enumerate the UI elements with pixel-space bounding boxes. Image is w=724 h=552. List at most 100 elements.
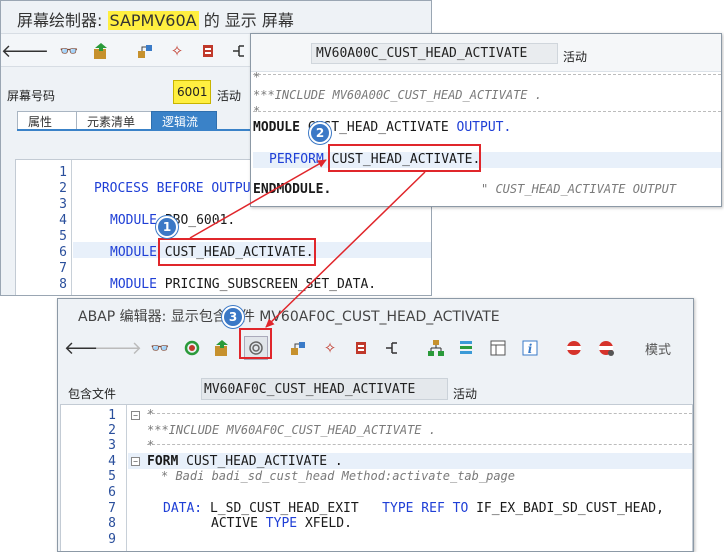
variable-name: ACTIVE [211, 516, 258, 531]
set-breakpoint-icon[interactable] [564, 338, 584, 358]
variable-name: L_SD_CUST_HEAD_EXIT [209, 501, 359, 516]
stack-icon[interactable] [456, 338, 476, 358]
comment-line: ***INCLUDE MV60A00C_CUST_HEAD_ACTIVATE . [253, 88, 542, 102]
title-prefix: 屏幕绘制器: [17, 11, 103, 30]
screen-number-label: 屏幕号码 [7, 89, 56, 103]
hierarchy-icon[interactable] [135, 41, 155, 61]
step-badge-3: 3 [222, 306, 244, 328]
hierarchy-icon[interactable] [288, 338, 308, 358]
code-line: DATA: L_SD_CUST_HEAD_EXIT TYPE REF TO IF… [163, 501, 664, 516]
module-name: PRICING_SUBSCREEN_SET_DATA. [164, 277, 377, 292]
line-gutter: 1 2 3 4 5 6 7 8 [16, 160, 72, 295]
type-name: XFELD. [304, 516, 352, 531]
org-chart-icon[interactable] [426, 338, 446, 358]
comment-line: ***INCLUDE MV60AF0C_CUST_HEAD_ACTIVATE . [147, 423, 436, 437]
screen-number-field[interactable]: 6001 [173, 80, 211, 104]
layout-icon[interactable] [488, 338, 508, 358]
line-gutter: 1 2 3 4 5 6 7 8 9 [61, 405, 127, 551]
keyword: TYPE [265, 516, 298, 531]
keyword: DATA: [163, 501, 203, 516]
magic-wand-icon[interactable]: ✧ [320, 338, 340, 358]
line-number: 5 [108, 469, 116, 484]
include-module-window: MV60A00C_CUST_HEAD_ACTIVATE 活动 * ***INCL… [250, 33, 722, 207]
tab-element-list[interactable]: 元素清单 [76, 111, 152, 130]
line-number: 7 [108, 501, 116, 516]
window-title: ABAP 编辑器: 显示包含文件 MV60AF0C_CUST_HEAD_ACTI… [78, 309, 500, 325]
code-line: MODULE CUST_HEAD_ACTIVATE OUTPUT. [253, 120, 511, 135]
collapse-toggle-icon[interactable]: − [131, 457, 140, 466]
include-header: MV60A00C_CUST_HEAD_ACTIVATE 活动 [251, 34, 721, 72]
keyword: PERFORM [269, 152, 324, 167]
tree-icon[interactable] [229, 41, 249, 61]
code-line: ENDMODULE. [253, 182, 332, 197]
comment-line: * [147, 438, 155, 452]
line-number: 4 [59, 213, 67, 228]
keyword: TYPE REF TO [382, 501, 469, 516]
keyword: MODULE [110, 213, 157, 228]
step-badge-2: 2 [309, 122, 331, 144]
status-label: 活动 [453, 387, 478, 401]
form-code-editor[interactable]: 1 2 3 4 5 6 7 8 9 − − * ***INCLUDE MV60A… [60, 404, 693, 551]
keyword: MODULE [253, 120, 300, 135]
forward-icon[interactable]: 🡒 [94, 338, 142, 359]
tab-strip: 属性 元素清单 逻辑流 [17, 111, 217, 130]
highlight-box-perform-call [328, 144, 481, 172]
title-suffix: 的 显示 屏幕 [203, 11, 294, 30]
comment-divider [253, 74, 721, 75]
switch-icon[interactable] [182, 338, 202, 358]
line-number: 6 [108, 485, 116, 500]
line-number: 6 [59, 245, 67, 260]
type-name: IF_EX_BADI_SD_CUST_HEAD, [476, 501, 664, 516]
activate-icon[interactable] [212, 338, 232, 358]
collapse-toggle-icon[interactable]: − [131, 411, 140, 420]
line-number: 2 [108, 423, 116, 438]
svg-text:i: i [528, 342, 533, 356]
include-name-field[interactable]: MV60AF0C_CUST_HEAD_ACTIVATE [201, 378, 448, 400]
step-badge-1: 1 [156, 216, 178, 238]
line-number: 8 [59, 277, 67, 292]
where-used-icon[interactable] [199, 41, 219, 61]
line-number: 8 [108, 516, 116, 531]
activate-icon[interactable] [91, 41, 111, 61]
keyword: FORM [147, 454, 179, 469]
comment-line: * [253, 104, 261, 118]
line-number: 9 [108, 532, 116, 547]
line-number: 1 [108, 408, 116, 423]
code-line: MODULE PRICING_SUBSCREEN_SET_DATA. [110, 277, 376, 292]
status-label: 活动 [217, 89, 242, 103]
line-number: 7 [59, 261, 67, 276]
keyword: OUTPUT. [456, 120, 512, 135]
code-line: FORM CUST_HEAD_ACTIVATE . [147, 454, 343, 469]
comment-line: * Badi badi_sd_cust_head Method:activate… [161, 469, 516, 483]
keyword: MODULE [110, 277, 157, 292]
line-number: 4 [108, 454, 116, 469]
line-number: 3 [59, 197, 67, 212]
tab-attributes[interactable]: 属性 [17, 111, 77, 130]
form-name: CUST_HEAD_ACTIVATE . [186, 454, 343, 469]
abap-editor-window: ABAP 编辑器: 显示包含文件 MV60AF0C_CUST_HEAD_ACTI… [57, 298, 694, 552]
comment-divider [253, 111, 721, 112]
toolbar: 🡐 🡒 👓 ✧ i [58, 331, 693, 365]
line-number: 1 [59, 165, 67, 180]
line-number: 2 [59, 181, 67, 196]
glasses-icon[interactable]: 👓 [59, 41, 79, 61]
info-icon[interactable]: i [520, 338, 540, 358]
back-icon[interactable]: 🡐 [1, 41, 49, 62]
status-label: 活动 [563, 50, 588, 64]
comment-line: * [147, 407, 155, 421]
comment-line: " CUST_HEAD_ACTIVATE OUTPUT [481, 182, 677, 196]
comment-divider [147, 444, 692, 445]
external-breakpoint-icon[interactable] [596, 338, 616, 358]
where-used-icon[interactable] [352, 338, 372, 358]
include-name-field[interactable]: MV60A00C_CUST_HEAD_ACTIVATE [311, 43, 558, 64]
magic-wand-icon[interactable]: ✧ [167, 41, 187, 61]
comment-line: * [253, 70, 261, 84]
tree-icon[interactable] [382, 338, 402, 358]
tab-flow-logic[interactable]: 逻辑流 [151, 111, 217, 130]
highlight-box-module-call [158, 238, 316, 266]
keyword: MODULE [110, 245, 157, 260]
glasses-icon[interactable]: 👓 [150, 338, 170, 358]
include-label: 包含文件 [68, 387, 117, 401]
mode-label[interactable]: 模式 [645, 339, 671, 358]
code-line: PROCESS BEFORE OUTPUT [94, 181, 259, 196]
